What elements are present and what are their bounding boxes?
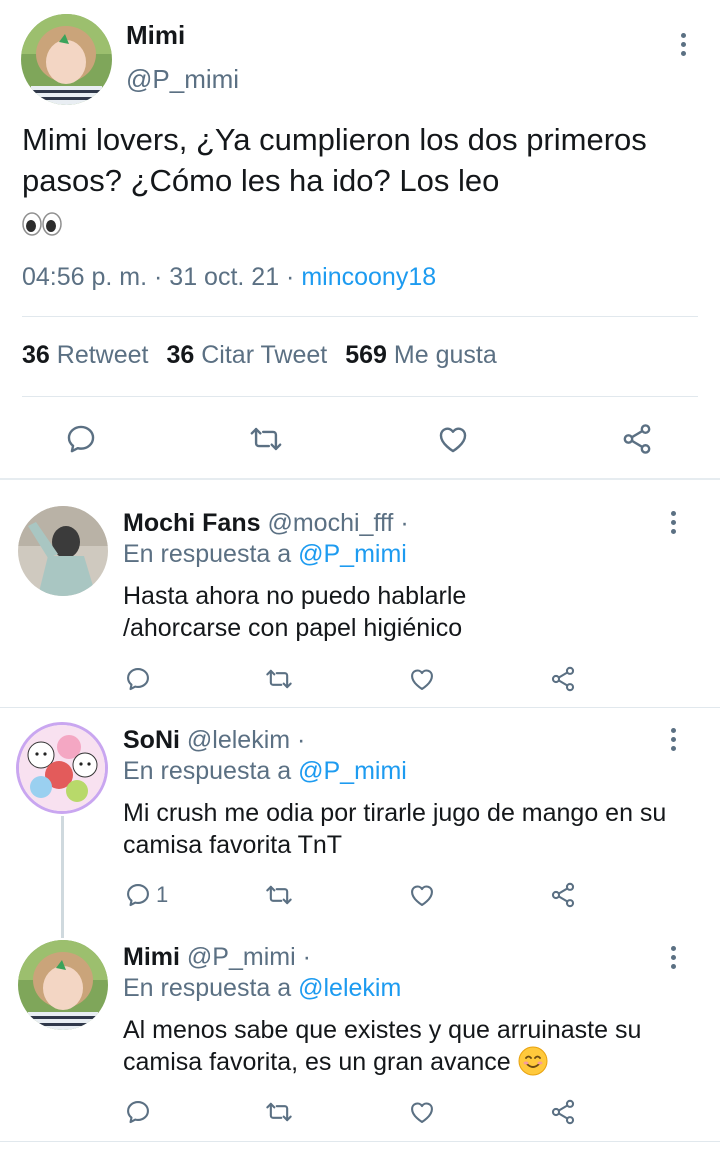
tweet-meta: 04:56 p. m. · 31 oct. 21 · mincoony18 [22,263,436,292]
thread-connector-line [61,816,64,938]
heart-icon [411,885,433,906]
reply-to-link[interactable]: @P_mimi [298,540,407,568]
smiling-face-emoji-icon [518,1046,548,1076]
reply-context: En respuesta a @P_mimi [123,540,407,569]
reply-author-avatar[interactable] [18,506,108,596]
reply-author-avatar[interactable] [18,940,108,1030]
more-vertical-icon[interactable] [663,724,683,754]
reply-button[interactable] [124,665,152,693]
reply-author-handle[interactable]: @mochi_fff · [267,509,408,537]
more-vertical-icon[interactable] [673,29,693,59]
main-tweet-text: Mimi lovers, ¿Ya cumplieron los dos prim… [22,119,712,242]
tweet-date: 31 oct. 21 [169,263,280,291]
heart-icon [439,427,467,453]
retweet-icon [266,885,292,905]
reply-author-avatar[interactable] [16,722,108,814]
retweet-button[interactable] [264,881,294,909]
share-button[interactable] [548,665,578,693]
reply-prefix: En respuesta a [123,757,299,785]
reply-text-container: Al menos sabe que existes y que arruinas… [123,1014,703,1078]
meta-separator: · [279,263,302,291]
share-icon [551,666,575,692]
likes-label: Me gusta [393,341,497,369]
divider [22,316,698,317]
retweet-icon [266,669,292,689]
retweets-count: 36 [22,341,50,369]
likes-stat[interactable]: 569 Me gusta [345,341,497,369]
reply-context: En respuesta a @P_mimi [123,757,407,786]
share-icon [551,1099,575,1125]
reply-context: En respuesta a @lelekim [123,974,401,1003]
share-icon [623,424,651,454]
tweet-via-link[interactable]: mincoony18 [301,263,436,291]
share-icon [551,882,575,908]
reply-prefix: En respuesta a [123,540,299,568]
section-divider [0,1141,720,1142]
more-vertical-icon[interactable] [663,507,683,537]
heart-icon [411,669,433,690]
retweet-icon [250,427,282,451]
share-button[interactable] [619,422,655,456]
quotes-stat[interactable]: 36 Citar Tweet [166,341,327,369]
reply-button[interactable] [124,1098,152,1126]
like-button[interactable] [407,665,437,693]
like-button[interactable] [407,881,437,909]
main-tweet-text-content: Mimi lovers, ¿Ya cumplieron los dos prim… [22,122,647,198]
main-tweet: Mimi @P_mimi Mimi lovers, ¿Ya cumplieron… [0,0,720,478]
main-author-avatar[interactable] [21,14,112,105]
reply-author-handle[interactable]: @P_mimi · [187,943,311,971]
main-author-name[interactable]: Mimi [126,20,185,51]
retweet-button[interactable] [264,665,294,693]
reply-author-handle[interactable]: @lelekim · [187,726,305,754]
reply-author-name[interactable]: Mimi [123,943,180,971]
quotes-label: Citar Tweet [201,341,328,369]
reply-author-name[interactable]: Mochi Fans [123,509,261,537]
tweet-time: 04:56 p. m. [22,263,148,291]
retweets-stat[interactable]: 36 Retweet [22,341,148,369]
meta-separator: · [147,263,170,291]
section-divider [0,478,720,480]
main-author-handle[interactable]: @P_mimi [126,64,239,95]
reply-icon [67,425,95,453]
reply-text: Al menos sabe que existes y que arruinas… [123,1016,642,1076]
reply-to-link[interactable]: @lelekim [298,974,401,1002]
heart-icon [411,1102,433,1123]
quotes-count: 36 [166,341,195,369]
share-button[interactable] [548,881,578,909]
reply-to-link[interactable]: @P_mimi [298,757,407,785]
reply-icon [127,1101,149,1124]
like-button[interactable] [435,422,471,456]
retweets-label: Retweet [56,341,149,369]
likes-count: 569 [345,341,387,369]
share-button[interactable] [548,1098,578,1126]
reply-author-name[interactable]: SoNi [123,726,180,754]
retweet-button[interactable] [248,422,284,456]
reply-count: 1 [156,882,169,907]
section-divider [0,707,720,708]
reply-author-line: SoNi @lelekim · [123,726,305,755]
more-vertical-icon[interactable] [663,942,683,972]
eyes-emoji-icon [22,212,62,236]
divider [22,396,698,397]
reply-icon [127,668,149,691]
like-button[interactable] [407,1098,437,1126]
retweet-button[interactable] [264,1098,294,1126]
retweet-icon [266,1102,292,1122]
reply-icon [127,884,149,907]
tweet-stats: 36 Retweet 36 Citar Tweet 569 Me gusta [22,341,497,370]
reply-author-line: Mochi Fans @mochi_fff · [123,509,409,538]
reply-button[interactable]: 1 [124,881,168,909]
reply-author-line: Mimi @P_mimi · [123,943,311,972]
reply-text: Mi crush me odia por tirarle jugo de man… [123,799,667,859]
reply-button[interactable] [64,422,98,456]
reply-prefix: En respuesta a [123,974,299,1002]
reply-text: Hasta ahora no puedo hablarle /ahorcarse… [123,582,467,642]
